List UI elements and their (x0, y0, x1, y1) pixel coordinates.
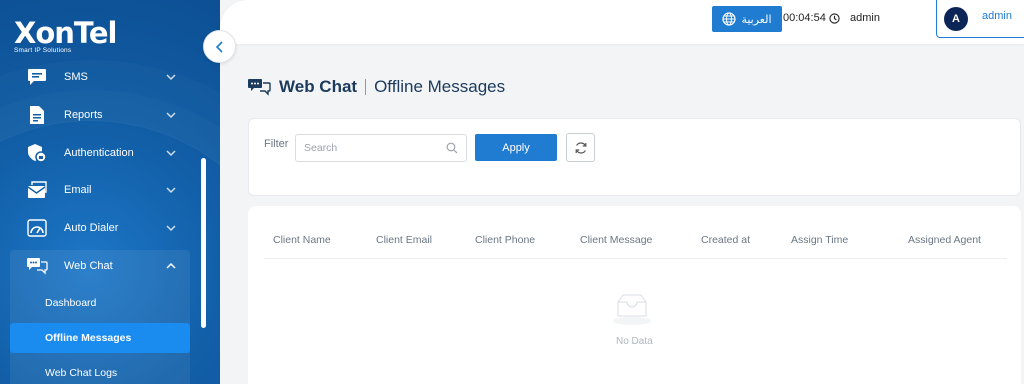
refresh-button[interactable] (566, 133, 595, 162)
language-label: العربية (741, 13, 772, 26)
filter-label: Filter (264, 138, 289, 150)
sidebar-item-label: Web Chat (64, 260, 113, 272)
logo-wordmark: XonTel (14, 16, 117, 50)
sidebar-item-label: Reports (64, 109, 103, 121)
avatar: A (944, 6, 968, 31)
submenu-item-label: Offline Messages (45, 332, 132, 344)
clock-icon (829, 12, 840, 24)
chevron-up-icon (166, 262, 176, 269)
table-header-divider (264, 258, 1007, 259)
sms-icon (24, 66, 50, 88)
sidebar-item-auto-dialer[interactable]: Auto Dialer (10, 213, 190, 243)
column-header-assigned-agent[interactable]: Assigned Agent (908, 234, 981, 246)
language-switch-button[interactable]: العربية (712, 6, 782, 32)
column-header-client-name[interactable]: Client Name (273, 234, 331, 246)
session-timer-value: 00:04:54 (783, 12, 826, 24)
column-header-client-phone[interactable]: Client Phone (475, 234, 535, 246)
submenu-item-label: Dashboard (45, 297, 97, 309)
authentication-icon (24, 142, 50, 164)
empty-state-text: No Data (616, 336, 653, 347)
submenu-item-label: Web Chat Logs (45, 367, 118, 379)
chevron-down-icon (166, 225, 176, 232)
column-header-client-message[interactable]: Client Message (580, 234, 652, 246)
sidebar-item-sms[interactable]: SMS (10, 62, 190, 92)
email-icon (24, 179, 50, 201)
logo: XonTel Smart IP Solutions (14, 16, 117, 54)
session-timer: 00:04:54 (783, 12, 840, 24)
report-icon (24, 104, 50, 126)
user-menu[interactable]: A admin (936, 0, 1024, 38)
page-header: Web Chat Offline Messages (247, 77, 505, 97)
web-chat-icon (248, 79, 271, 96)
sidebar: XonTel Smart IP Solutions SMS Reports Au… (0, 0, 220, 384)
submenu-item-dashboard[interactable]: Dashboard (10, 288, 190, 318)
sidebar-item-web-chat[interactable]: Web Chat (10, 251, 190, 281)
apply-button[interactable]: Apply (475, 134, 557, 161)
search-icon (446, 142, 458, 154)
globe-icon (722, 12, 737, 26)
sidebar-item-email[interactable]: Email (10, 175, 190, 205)
sidebar-item-label: SMS (64, 71, 88, 83)
submenu-item-web-chat-logs[interactable]: Web Chat Logs (10, 358, 190, 384)
chevron-down-icon (166, 112, 176, 119)
page-title: Web Chat (279, 77, 358, 96)
username-text: admin (850, 12, 880, 24)
search-input[interactable] (304, 142, 446, 154)
collapse-sidebar-button[interactable] (203, 30, 236, 63)
empty-inbox-icon (613, 294, 651, 325)
column-header-created-at[interactable]: Created at (701, 234, 750, 246)
chevron-down-icon (166, 187, 176, 194)
page-subtitle: Offline Messages (374, 77, 506, 96)
sidebar-item-label: Authentication (64, 147, 134, 159)
sidebar-item-label: Email (64, 184, 92, 196)
auto-dialer-icon (24, 217, 50, 239)
title-separator (365, 79, 367, 95)
sidebar-item-reports[interactable]: Reports (10, 100, 190, 130)
web-chat-icon (24, 255, 50, 277)
chevron-down-icon (166, 74, 176, 81)
top-bar (220, 0, 1024, 44)
user-menu-label: admin (982, 9, 1012, 22)
sidebar-item-authentication[interactable]: Authentication (10, 138, 190, 168)
sidebar-item-label: Auto Dialer (64, 222, 119, 234)
column-header-client-email[interactable]: Client Email (376, 234, 432, 246)
chevron-down-icon (166, 150, 176, 157)
sidebar-scrollbar[interactable] (201, 158, 206, 328)
submenu-item-offline-messages[interactable]: Offline Messages (10, 323, 190, 353)
search-field[interactable] (295, 134, 467, 162)
column-header-assign-time[interactable]: Assign Time (791, 234, 848, 246)
chevron-left-icon (215, 40, 223, 53)
refresh-icon (575, 141, 586, 154)
